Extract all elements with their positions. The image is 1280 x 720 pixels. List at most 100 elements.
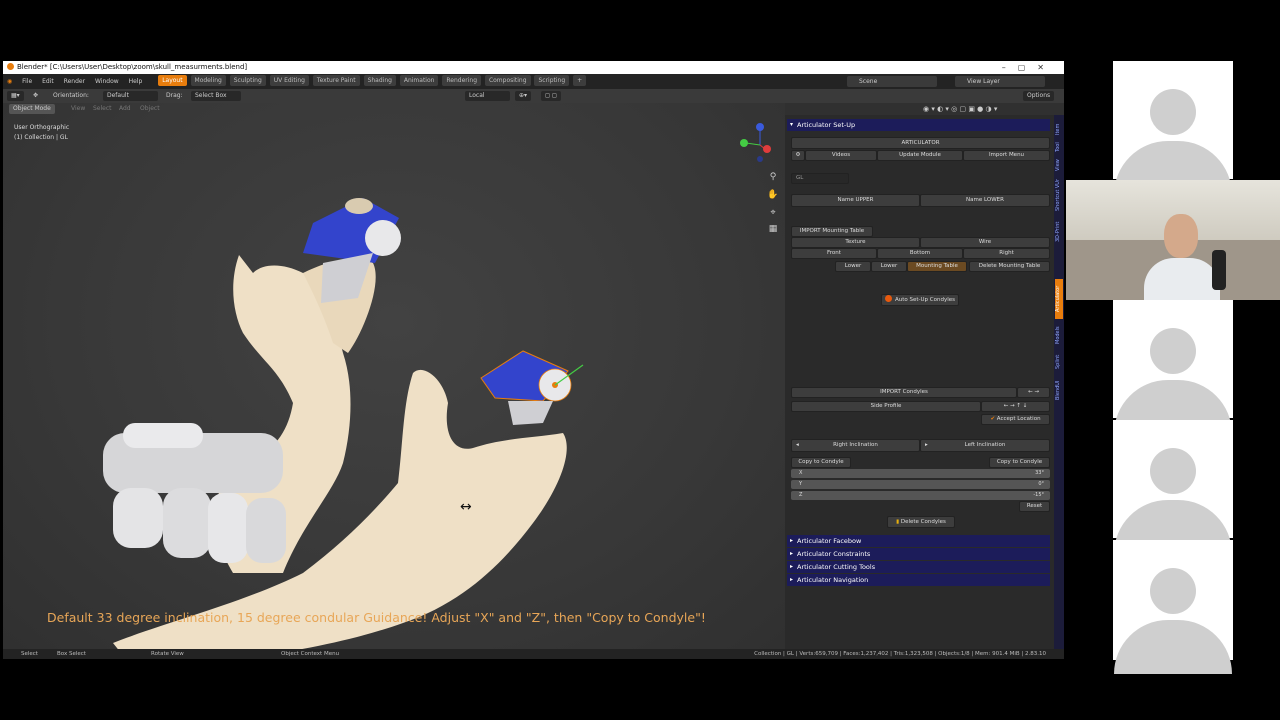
workspace-tab-shading[interactable]: Shading [363,75,396,86]
tab-blendui[interactable]: BlendUI [1055,375,1063,405]
menu-file[interactable]: File [18,74,36,89]
workspace-tab-layout[interactable]: Layout [158,75,187,86]
avatar-head-icon [1150,448,1196,494]
name-lower-button[interactable]: Name LOWER [920,194,1050,207]
workspace-tab-rendering[interactable]: Rendering [442,75,482,86]
view-layer-selector[interactable]: View Layer [955,76,1045,87]
workspace-tab-compositing[interactable]: Compositing [484,75,531,86]
viewport-shading-icons[interactable]: ◉ ▾ ◐ ▾ ◎ ▢ ▣ ● ◑ ▾ [923,105,997,113]
accept-location-button[interactable]: ✔ Accept Location [981,414,1050,425]
panel-header-articulator-setup[interactable]: Articulator Set-Up [787,119,1050,131]
person-body [1144,258,1220,300]
inclination-z-slider[interactable]: Z -15° [791,491,1050,500]
orientation-dropdown[interactable]: Default [103,91,158,101]
mounting-table-toggle[interactable]: Mounting Table [907,261,967,272]
workspace-tab-uv-editing[interactable]: UV Editing [269,75,309,86]
options-dropdown[interactable]: Options [1023,91,1055,101]
condyle-arrows-top[interactable]: ← → [1017,387,1050,398]
tab-splint[interactable]: Splint [1055,351,1063,373]
bottom-view-button[interactable]: Bottom [877,248,963,259]
update-module-button[interactable]: Update Module [877,150,963,161]
window-title: Blender* [C:\Users\User\Desktop\zoom\sku… [17,63,248,71]
scene-selector[interactable]: Scene [847,76,937,87]
proportional-button[interactable]: ◻ ◻ [541,91,561,101]
panel-header-constraints[interactable]: Articulator Constraints [787,548,1050,560]
side-profile-button[interactable]: Side Profile [791,401,981,412]
status-bar: Select Box Select Rotate View Object Con… [3,649,1064,659]
blender-window: Blender* [C:\Users\User\Desktop\zoom\sku… [3,61,1064,659]
ortho-grid-icon[interactable]: ▦ [767,223,779,235]
videos-button[interactable]: Videos [805,150,877,161]
lower-hide-button[interactable]: Lower [871,261,907,272]
sidebar-panel: Articulator Set-Up ARTICULATOR ⚙ Videos … [785,115,1054,649]
teeth [103,423,286,563]
transform-icon[interactable]: ✥ [33,89,38,103]
workspace-tab-modeling[interactable]: Modeling [190,75,226,86]
delete-mounting-table-button[interactable]: Delete Mounting Table [969,261,1050,272]
workspace-tab-scripting[interactable]: Scripting [534,75,570,86]
import-condyles-button[interactable]: IMPORT Condyles [791,387,1017,398]
panel-header-facebow[interactable]: Articulator Facebow [787,535,1050,547]
gl-name-field[interactable]: GL [791,173,849,184]
add-workspace-button[interactable]: + [573,75,587,86]
tab-view[interactable]: View [1055,157,1063,173]
camera-icon[interactable]: ⌖ [767,207,779,219]
menu-render[interactable]: Render [60,74,89,89]
tab-3d-print[interactable]: 3D-Print [1055,217,1063,247]
panel-header-navigation[interactable]: Articulator Navigation [787,574,1050,586]
menu-bar: ◉ File Edit Render Window Help Layout Mo… [3,74,1064,89]
tab-models[interactable]: Models [1055,321,1063,349]
articulator-button[interactable]: ARTICULATOR [791,137,1050,149]
zoom-icon[interactable]: ⚲ [767,171,779,183]
import-menu-button[interactable]: Import Menu [963,150,1050,161]
blender-logo-icon [7,63,14,70]
wire-button[interactable]: Wire [920,237,1050,248]
delete-condyles-button[interactable]: ▮ Delete Condyles [887,516,955,528]
front-view-button[interactable]: Front [791,248,877,259]
right-inclination-button[interactable]: ◂ Right Inclination [791,439,920,452]
navigation-gizmo[interactable] [740,123,771,162]
3d-viewport[interactable]: Object Mode View Select Add Object User … [3,103,785,649]
blender-menu-icon[interactable]: ◉ [3,74,16,89]
auto-setup-condyles-button[interactable]: Auto Set-Up Condyles [881,294,959,306]
snap-button[interactable]: ⊕▾ [515,91,532,101]
copy-to-condyle-left-button[interactable]: Copy to Condyle [791,457,851,468]
participant-tile-3 [1113,420,1233,554]
window-controls[interactable]: –▢✕ [1002,61,1056,74]
tool-header: ▦▾ ✥ Orientation: Default Drag: Select B… [3,89,1064,103]
tab-item[interactable]: Item [1055,121,1063,137]
lower-visibility-button[interactable]: Lower [835,261,871,272]
delete-condyles-label: Delete Condyles [900,519,946,525]
panel-header-cutting-tools[interactable]: Articulator Cutting Tools [787,561,1050,573]
tab-articulator[interactable]: Articulator [1055,279,1063,319]
copy-to-condyle-right-button[interactable]: Copy to Condyle [989,457,1050,468]
name-upper-button[interactable]: Name UPPER [791,194,920,207]
inclination-y-slider[interactable]: Y 0° [791,480,1050,489]
workspace-tab-animation[interactable]: Animation [399,75,439,86]
x-label: X [799,470,803,476]
menu-edit[interactable]: Edit [38,74,58,89]
texture-button[interactable]: Texture [791,237,920,248]
workspace-tab-sculpting[interactable]: Sculpting [229,75,266,86]
right-view-button[interactable]: Right [963,248,1050,259]
import-mounting-table-button[interactable]: IMPORT Mounting Table [791,226,873,237]
menu-help[interactable]: Help [125,74,147,89]
pivot-dropdown[interactable]: Local [465,91,510,101]
workspace-tab-texture-paint[interactable]: Texture Paint [312,75,360,86]
sidebar-tabs: Item Tool View Shortcut VUr 3D-Print Art… [1054,115,1064,649]
tab-shortcut-vur[interactable]: Shortcut VUr [1055,175,1063,215]
inclination-x-slider[interactable]: X 33° [791,469,1050,478]
editor-type-button[interactable]: ▦▾ [7,91,24,101]
tab-tool[interactable]: Tool [1055,139,1063,155]
play-right-icon: ▸ [925,442,928,448]
settings-gear-icon[interactable]: ⚙ [791,150,805,161]
reset-button[interactable]: Reset [1019,501,1050,512]
menu-window[interactable]: Window [91,74,123,89]
microphone-icon [1212,250,1226,290]
status-box-select: Box Select [57,651,86,657]
right-inclination-label: Right Inclination [833,442,878,448]
condyle-arrows[interactable]: ← → ↑ ↓ [981,401,1050,412]
pan-hand-icon[interactable]: ✋ [767,189,779,201]
drag-dropdown[interactable]: Select Box [191,91,241,101]
left-inclination-button[interactable]: ▸ Left Inclination [920,439,1050,452]
